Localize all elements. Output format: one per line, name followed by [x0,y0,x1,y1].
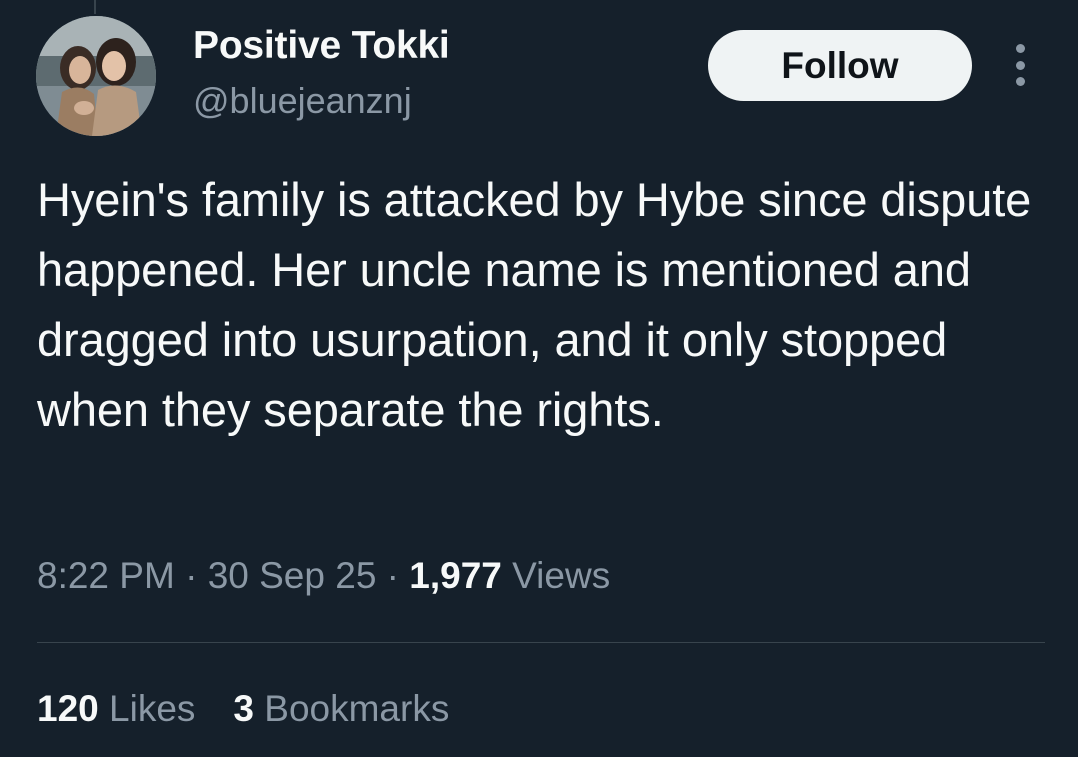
bookmarks-label: Bookmarks [264,688,450,729]
thread-connector-line [94,0,96,14]
meta-separator: · [376,555,410,596]
bookmarks-count: 3 [233,688,254,729]
likes-stat[interactable]: 120 Likes [37,688,195,729]
more-dot [1015,44,1025,53]
meta-separator: · [174,555,208,596]
tweet-metadata: 8:22 PM · 30 Sep 25 · 1,977 Views [37,555,610,597]
views-count: 1,977 [409,555,502,596]
engagement-stats: 120 Likes 3 Bookmarks [37,688,449,730]
bookmarks-stat[interactable]: 3 Bookmarks [233,688,449,729]
follow-button[interactable]: Follow [708,30,972,101]
likes-count: 120 [37,688,99,729]
avatar-photo [36,16,156,136]
avatar[interactable] [36,16,156,136]
tweet-text: Hyein's family is attacked by Hybe since… [37,173,1032,436]
author-handle[interactable]: @bluejeanznj [193,80,412,122]
views-label: Views [512,555,611,596]
tweet-date[interactable]: 30 Sep 25 [208,555,377,596]
author-display-name[interactable]: Positive Tokki [193,24,450,68]
likes-label: Likes [109,688,196,729]
more-dot [1015,60,1025,70]
divider [37,642,1045,643]
tweet-time[interactable]: 8:22 PM [37,555,175,596]
more-dot [1015,77,1025,86]
more-vertical-icon[interactable] [1008,44,1032,86]
